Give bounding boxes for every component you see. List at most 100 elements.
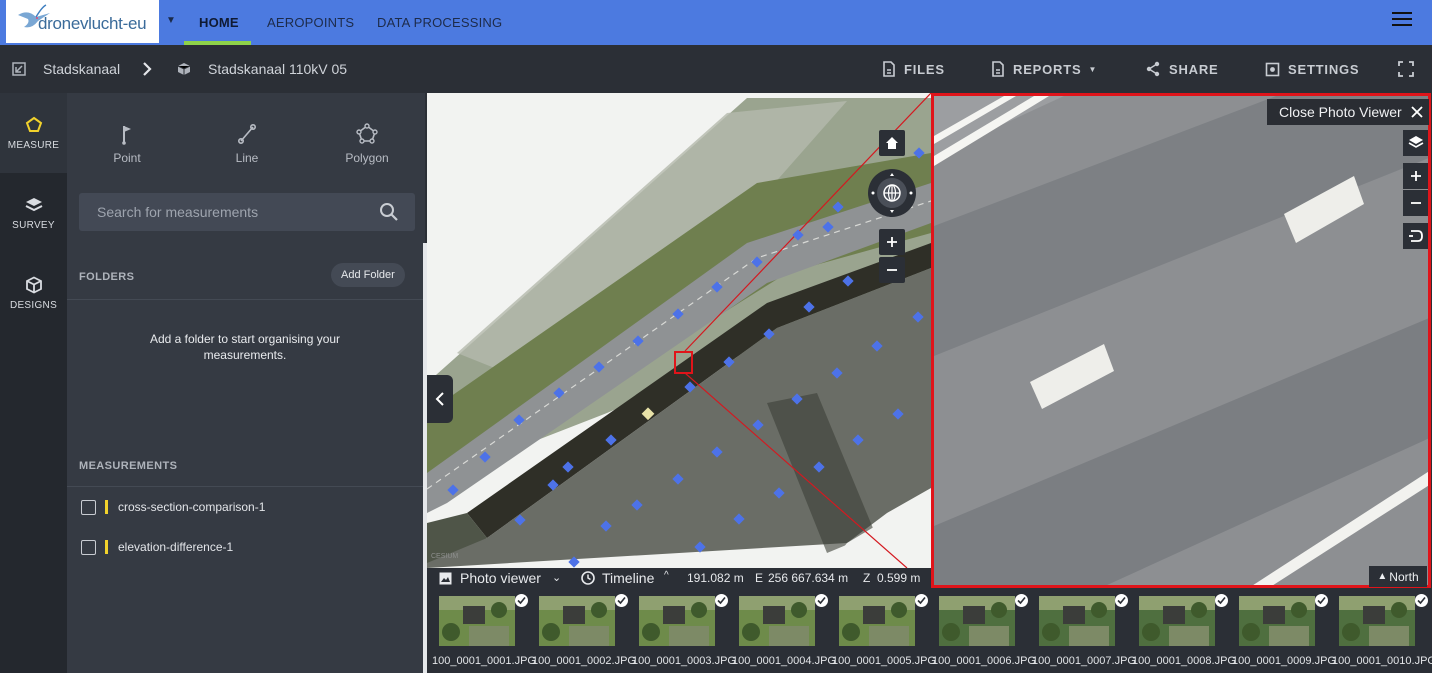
measurement-checkbox[interactable]: [81, 499, 96, 515]
close-icon[interactable]: [1411, 106, 1423, 118]
photo-viewer-toggle[interactable]: Photo viewer: [460, 570, 541, 586]
cube-icon: [25, 275, 42, 294]
checkmark-icon: [1315, 594, 1328, 607]
reports-button[interactable]: REPORTS ▼: [991, 45, 1097, 93]
checkmark-icon: [815, 594, 828, 607]
reports-dropdown-chevron-icon: ▼: [1088, 64, 1098, 74]
photo-filename: 100_0001_0008.JPG: [1132, 655, 1236, 667]
photo-filename: 100_0001_0006.JPG: [932, 655, 1036, 667]
photo-thumbnail[interactable]: [1339, 596, 1415, 646]
checkmark-icon: [1415, 594, 1428, 607]
back-to-projects-icon[interactable]: [12, 45, 26, 93]
rail-survey[interactable]: SURVEY: [0, 173, 67, 253]
map-home-icon[interactable]: [879, 130, 905, 156]
settings-icon: [1265, 62, 1280, 76]
collapse-panel-button[interactable]: [427, 375, 453, 423]
photo-thumbnail[interactable]: [539, 596, 615, 646]
project-toolbar: Stadskanaal Stadskanaal 110kV 05 FILES R…: [0, 45, 1432, 93]
checkmark-icon: [515, 594, 528, 607]
photo-viewer-chevron-down-icon[interactable]: ⌄: [552, 571, 561, 584]
checkmark-icon: [1215, 594, 1228, 607]
photo-thumbnail[interactable]: [639, 596, 715, 646]
photo-filename: 100_0001_0003.JPG: [632, 655, 736, 667]
measurement-item[interactable]: elevation-difference-1: [81, 537, 233, 557]
viewer-reset-rotation-icon[interactable]: [1403, 223, 1428, 249]
search-placeholder: Search for measurements: [97, 204, 259, 220]
photo-thumbnail[interactable]: [739, 596, 815, 646]
add-folder-button[interactable]: Add Folder: [331, 263, 405, 287]
image-icon: [439, 572, 452, 588]
logo-wordmark: dronevlucht-eu: [38, 14, 147, 33]
coordinate-z-label: Z: [863, 571, 871, 585]
coordinate-e-label: E: [755, 571, 764, 585]
measurements-heading: MEASUREMENTS: [79, 460, 178, 472]
company-logo[interactable]: dronevlucht-eu: [6, 0, 159, 43]
left-rail: MEASURE SURVEY DESIGNS: [0, 93, 67, 673]
dataset-cube-icon: [177, 45, 191, 93]
map-globe-compass-icon[interactable]: [868, 169, 916, 217]
tool-point[interactable]: Point: [87, 123, 167, 165]
search-input[interactable]: Search for measurements: [79, 193, 415, 231]
search-icon: [380, 203, 398, 221]
north-indicator: ▲ North: [1369, 566, 1427, 587]
file-icon: [883, 61, 895, 77]
nav-data-processing[interactable]: DATA PROCESSING: [377, 0, 502, 45]
coordinate-z-value: 0.599 m: [877, 571, 921, 585]
photo-filename: 100_0001_0004.JPG: [732, 655, 836, 667]
checkmark-icon: [615, 594, 628, 607]
nav-home[interactable]: HOME: [199, 0, 239, 45]
viewer-zoom-in-icon[interactable]: [1403, 163, 1428, 189]
north-arrow-icon: ▲: [1377, 571, 1388, 582]
timeline-toggle[interactable]: Timeline: [602, 570, 654, 586]
aerial-photo: [934, 96, 1428, 585]
photo-thumbnail[interactable]: [1139, 596, 1215, 646]
photo-thumbnail[interactable]: [1239, 596, 1315, 646]
polygon-icon: [25, 116, 42, 132]
orthomosaic-map: [427, 93, 931, 568]
nav-aeropoints[interactable]: AEROPOINTS: [267, 0, 354, 45]
fullscreen-icon[interactable]: [1398, 45, 1422, 93]
photo-filename: 100_0001_0009.JPG: [1232, 655, 1336, 667]
measure-panel: Point Line Polygon Search for measuremen…: [67, 93, 425, 673]
tool-polygon[interactable]: Polygon: [327, 123, 407, 165]
photo-filmstrip: 100_0001_0001.JPG 100_0001_0002.JPG 100_00…: [427, 589, 1432, 673]
flag-icon: [122, 126, 131, 145]
map-3d-view[interactable]: CESIUM: [427, 93, 931, 568]
viewer-layers-icon[interactable]: [1403, 130, 1428, 156]
breadcrumb-dataset[interactable]: Stadskanaal 110kV 05: [208, 45, 347, 93]
menu-hamburger-icon[interactable]: [1392, 12, 1412, 28]
measurement-item[interactable]: cross-section-comparison-1: [81, 497, 265, 517]
photo-filename: 100_0001_0007.JPG: [1032, 655, 1136, 667]
coordinate-n-value: 191.082 m: [687, 571, 744, 585]
photo-thumbnail[interactable]: [439, 596, 515, 646]
viewer-zoom-out-icon[interactable]: [1403, 190, 1428, 216]
rail-measure[interactable]: MEASURE: [0, 93, 67, 173]
logo-dropdown-chevron-icon[interactable]: ▼: [166, 15, 176, 26]
photo-thumbnail[interactable]: [939, 596, 1015, 646]
files-button[interactable]: FILES: [882, 45, 945, 93]
measurement-checkbox[interactable]: [81, 539, 96, 555]
photo-thumbnail[interactable]: [1039, 596, 1115, 646]
photo-viewer[interactable]: [931, 93, 1431, 588]
map-zoom-in-icon[interactable]: [879, 229, 905, 255]
photo-filename: 100_0001_0005.JPG: [832, 655, 936, 667]
tool-line[interactable]: Line: [207, 123, 287, 165]
photo-thumbnail[interactable]: [839, 596, 915, 646]
photo-filename: 100_0001_0002.JPG: [532, 655, 636, 667]
settings-button[interactable]: SETTINGS: [1265, 45, 1359, 93]
divider: [67, 486, 425, 487]
checkmark-icon: [1015, 594, 1028, 607]
share-icon: [1146, 61, 1160, 77]
cesium-attribution: CESIUM: [431, 553, 459, 560]
breadcrumb-chevron-icon: [141, 45, 153, 93]
breadcrumb-project[interactable]: Stadskanaal: [43, 45, 120, 93]
top-navigation-bar: dronevlucht-eu ▼ HOME AEROPOINTS DATA PR…: [0, 0, 1432, 45]
share-button[interactable]: SHARE: [1145, 45, 1219, 93]
close-photo-viewer-button[interactable]: Close Photo Viewer: [1267, 99, 1429, 125]
rail-designs[interactable]: DESIGNS: [0, 253, 67, 333]
timeline-chevron-up-icon[interactable]: ^: [664, 570, 669, 581]
photo-viewer-bar: Photo viewer ⌄ Timeline ^ 191.082 m E 25…: [427, 568, 931, 589]
measurement-color-swatch: [105, 540, 108, 554]
checkmark-icon: [915, 594, 928, 607]
map-zoom-out-icon[interactable]: [879, 257, 905, 283]
